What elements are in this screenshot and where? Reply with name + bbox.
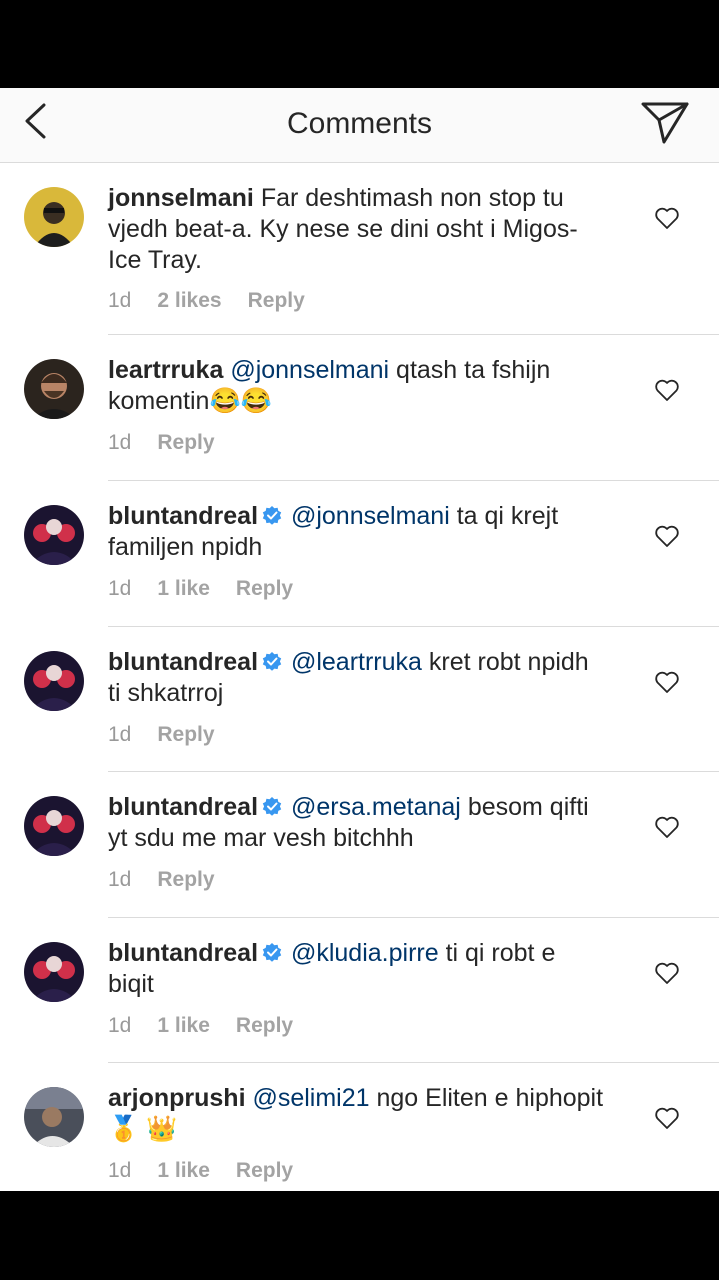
comment-text: bluntandreal @kludia.pirre ti qi robt e … <box>108 938 608 1000</box>
verified-badge-icon <box>262 503 282 525</box>
comment-meta: 1d 2 likes Reply <box>108 287 331 315</box>
reply-button[interactable]: Reply <box>157 431 214 454</box>
comment-meta: 1d Reply <box>108 429 241 457</box>
comment-item: bluntandreal @kludia.pirre ti qi robt e … <box>0 918 719 1063</box>
comment-username[interactable]: leartrruka <box>108 356 223 384</box>
comment-meta: 1d 1 like Reply <box>108 1012 319 1040</box>
comment-mention[interactable]: @jonnselmani <box>230 356 389 384</box>
comment-time: 1d <box>108 1014 132 1037</box>
share-button[interactable] <box>640 100 690 148</box>
comment-text: jonnselmani Far deshtimash non stop tu v… <box>108 183 608 276</box>
comment-time: 1d <box>108 289 132 312</box>
comment-item: bluntandreal @ersa.metanaj besom qifti y… <box>0 772 719 918</box>
heart-outline-icon <box>655 816 679 838</box>
like-button[interactable] <box>654 1106 680 1130</box>
heart-outline-icon <box>655 379 679 401</box>
comment-meta: 1d 1 like Reply <box>108 575 319 603</box>
comment-item: arjonprushi @selimi21 ngo Eliten e hipho… <box>0 1063 719 1191</box>
avatar[interactable] <box>24 1087 84 1147</box>
like-button[interactable] <box>654 378 680 402</box>
like-button[interactable] <box>654 524 680 548</box>
heart-outline-icon <box>655 207 679 229</box>
like-button[interactable] <box>654 206 680 230</box>
reply-button[interactable]: Reply <box>236 1014 293 1037</box>
comment-meta: 1d Reply <box>108 721 241 749</box>
comment-time: 1d <box>108 868 132 891</box>
reply-button[interactable]: Reply <box>157 723 214 746</box>
comment-text: arjonprushi @selimi21 ngo Eliten e hipho… <box>108 1083 608 1145</box>
heart-outline-icon <box>655 671 679 693</box>
comment-mention[interactable]: @selimi21 <box>252 1084 369 1112</box>
avatar[interactable] <box>24 505 84 565</box>
comment-mention[interactable]: @kludia.pirre <box>291 939 439 967</box>
comments-screen: Comments jonnselmani Far deshtimash non … <box>0 88 719 1191</box>
comment-time: 1d <box>108 723 132 746</box>
comment-username[interactable]: arjonprushi <box>108 1084 246 1112</box>
verified-badge-icon <box>262 794 282 816</box>
comment-meta: 1d Reply <box>108 866 241 894</box>
likes-count[interactable]: 2 likes <box>157 289 221 312</box>
heart-outline-icon <box>655 1107 679 1129</box>
reply-button[interactable]: Reply <box>236 1159 293 1182</box>
comment-text: bluntandreal @jonnselmani ta qi krejt fa… <box>108 501 608 563</box>
avatar[interactable] <box>24 942 84 1002</box>
verified-badge-icon <box>262 649 282 671</box>
comment-item: bluntandreal @jonnselmani ta qi krejt fa… <box>0 481 719 627</box>
heart-outline-icon <box>655 962 679 984</box>
comment-time: 1d <box>108 431 132 454</box>
comment-username[interactable]: bluntandreal <box>108 502 258 530</box>
likes-count[interactable]: 1 like <box>157 1159 210 1182</box>
reply-button[interactable]: Reply <box>157 868 214 891</box>
comment-username[interactable]: bluntandreal <box>108 939 258 967</box>
page-title: Comments <box>286 107 433 140</box>
comment-item: leartrruka @jonnselmani qtash ta fshijn … <box>0 335 719 481</box>
verified-badge-icon <box>262 940 282 962</box>
likes-count[interactable]: 1 like <box>157 1014 210 1037</box>
comment-mention[interactable]: @leartrruka <box>291 648 422 676</box>
comment-time: 1d <box>108 577 132 600</box>
comment-meta: 1d 1 like Reply <box>108 1157 319 1185</box>
comment-username[interactable]: jonnselmani <box>108 184 254 212</box>
comment-username[interactable]: bluntandreal <box>108 793 258 821</box>
like-button[interactable] <box>654 815 680 839</box>
comment-text: bluntandreal @leartrruka kret robt npidh… <box>108 647 608 709</box>
like-button[interactable] <box>654 670 680 694</box>
reply-button[interactable]: Reply <box>236 577 293 600</box>
avatar[interactable] <box>24 359 84 419</box>
reply-button[interactable]: Reply <box>248 289 305 312</box>
heart-outline-icon <box>655 525 679 547</box>
comment-username[interactable]: bluntandreal <box>108 648 258 676</box>
header-bar: Comments <box>0 88 719 163</box>
avatar[interactable] <box>24 651 84 711</box>
paper-plane-icon <box>641 102 689 144</box>
comment-item: jonnselmani Far deshtimash non stop tu v… <box>0 163 719 335</box>
comment-time: 1d <box>108 1159 132 1182</box>
avatar[interactable] <box>24 796 84 856</box>
likes-count[interactable]: 1 like <box>157 577 210 600</box>
avatar[interactable] <box>24 187 84 247</box>
comment-text: bluntandreal @ersa.metanaj besom qifti y… <box>108 792 608 854</box>
comment-mention[interactable]: @ersa.metanaj <box>291 793 461 821</box>
comment-item: bluntandreal @leartrruka kret robt npidh… <box>0 627 719 772</box>
comment-text: leartrruka @jonnselmani qtash ta fshijn … <box>108 355 608 417</box>
comment-mention[interactable]: @jonnselmani <box>291 502 450 530</box>
like-button[interactable] <box>654 961 680 985</box>
